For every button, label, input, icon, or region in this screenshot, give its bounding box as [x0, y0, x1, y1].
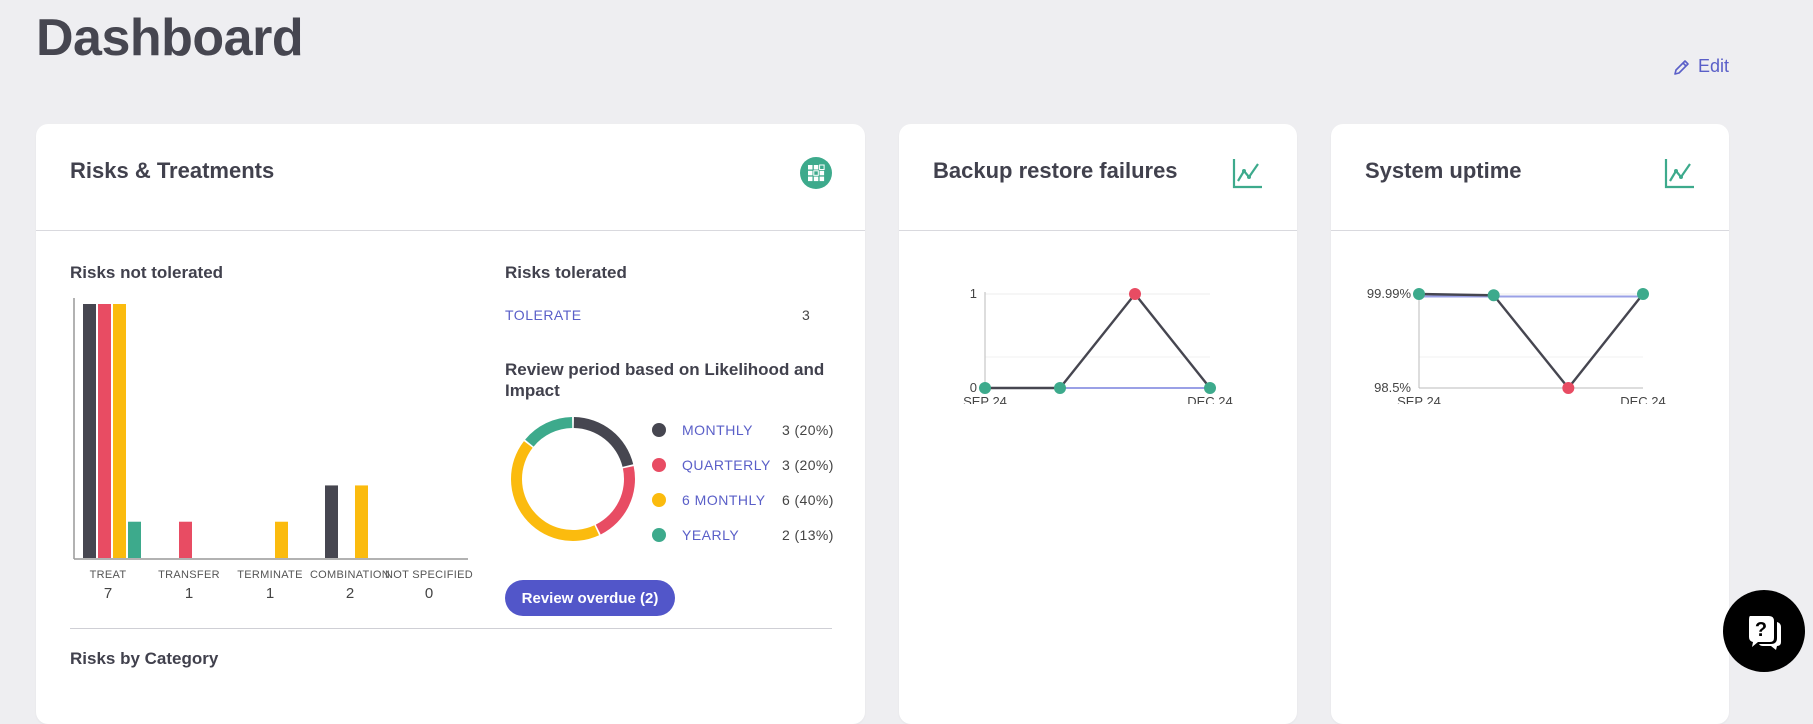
card-header: Backup restore failures	[899, 124, 1297, 231]
review-period-donut	[511, 417, 635, 541]
legend-item: YEARLY 2 (13%)	[652, 523, 834, 547]
category-value: 1	[265, 585, 275, 602]
category-label: NOT SPECIFIED	[384, 569, 474, 581]
card-title: Risks & Treatments	[70, 158, 275, 183]
review-period-title: Review period based on Likelihood and Im…	[505, 360, 825, 400]
help-chat-button[interactable]: ?	[1723, 590, 1805, 672]
card-header: System uptime	[1331, 124, 1729, 231]
line-chart-icon[interactable]	[1663, 156, 1697, 190]
legend-count: 2 (13%)	[782, 527, 834, 543]
page-title: Dashboard	[36, 9, 304, 67]
system-uptime-chart: 99.99% 98.5%SEP 24 DEC 24	[1367, 286, 1666, 404]
category-value: 7	[103, 585, 113, 602]
legend-dot	[652, 528, 666, 542]
donut-slice	[511, 441, 600, 541]
x-tick-label: DEC 24	[1620, 394, 1666, 404]
bar	[98, 304, 111, 558]
bar	[128, 521, 141, 558]
x-tick-label: DEC 24	[1187, 394, 1233, 404]
data-point	[1637, 288, 1649, 300]
y-tick-label: 1	[970, 286, 977, 301]
legend-count: 6 (40%)	[782, 492, 834, 508]
card-title: System uptime	[1365, 158, 1522, 183]
bar	[179, 521, 192, 558]
backup-restore-card: Backup restore failures 1 0 SEP 24 DEC 24	[899, 124, 1297, 724]
legend-item: QUARTERLY 3 (20%)	[652, 453, 834, 477]
pencil-icon	[1674, 59, 1689, 75]
risks-not-tolerated-title: Risks not tolerated	[70, 263, 224, 282]
data-point	[1129, 288, 1141, 300]
bar	[113, 304, 126, 558]
backup-failures-chart: 1 0SEP 24 DEC 24	[963, 286, 1233, 404]
card-header: Risks & Treatments	[36, 124, 865, 231]
x-tick-label: SEP 24	[963, 394, 1007, 404]
donut-slice	[595, 466, 635, 535]
chat-help-icon: ?	[1749, 616, 1781, 650]
legend-item: 6 MONTHLY 6 (40%)	[652, 488, 834, 512]
category-value: 2	[345, 585, 355, 602]
edit-button[interactable]: Edit	[1672, 56, 1729, 77]
category-label: TRANSFER	[158, 569, 220, 581]
risks-not-tolerated-chart	[73, 298, 468, 560]
data-point	[1054, 382, 1066, 394]
legend-item: MONTHLY 3 (20%)	[652, 418, 834, 442]
svg-text:?: ?	[1755, 619, 1767, 641]
series-line	[985, 292, 1211, 390]
data-point	[979, 382, 991, 394]
tolerate-link[interactable]: TOLERATE	[505, 307, 582, 323]
legend-dot	[652, 458, 666, 472]
data-point	[1562, 382, 1575, 394]
y-tick-label: 99.99%	[1367, 286, 1412, 301]
data-point	[1204, 382, 1216, 394]
series-line	[1418, 292, 1644, 390]
legend-dot	[652, 493, 666, 507]
system-uptime-card: System uptime 99.99% 98.5% SEP 24 DEC 24	[1331, 124, 1729, 724]
legend-link[interactable]: QUARTERLY	[682, 457, 782, 473]
bar	[83, 304, 96, 558]
data-point	[1413, 288, 1425, 300]
category-value: 0	[424, 585, 434, 602]
legend-link[interactable]: 6 MONTHLY	[682, 492, 782, 508]
divider	[70, 628, 832, 629]
donut-slice	[573, 417, 634, 467]
category-label: TREAT	[89, 569, 127, 581]
category-label: TERMINATE	[237, 569, 303, 581]
category-label: COMBINATION	[309, 569, 391, 581]
line-chart-icon[interactable]	[1231, 156, 1265, 190]
legend-dot	[652, 423, 666, 437]
bar	[355, 485, 368, 558]
edit-label: Edit	[1698, 56, 1730, 76]
data-point	[1487, 289, 1500, 302]
card-title: Backup restore failures	[933, 158, 1178, 183]
risks-by-category-title: Risks by Category	[70, 649, 219, 668]
table-icon[interactable]	[799, 156, 833, 190]
y-tick-label: 98.5%	[1374, 380, 1411, 395]
bar	[275, 521, 288, 558]
category-value: 1	[184, 585, 194, 602]
review-overdue-button[interactable]: Review overdue (2)	[505, 580, 675, 616]
legend-link[interactable]: YEARLY	[682, 527, 782, 543]
donut-slice	[525, 417, 573, 447]
risks-tolerated-title: Risks tolerated	[505, 263, 627, 282]
y-tick-label: 0	[970, 380, 977, 395]
legend-count: 3 (20%)	[782, 422, 834, 438]
legend-link[interactable]: MONTHLY	[682, 422, 782, 438]
x-tick-label: SEP 24	[1397, 394, 1441, 404]
bar	[325, 485, 338, 558]
tolerate-count: 3	[802, 307, 810, 323]
legend-count: 3 (20%)	[782, 457, 834, 473]
